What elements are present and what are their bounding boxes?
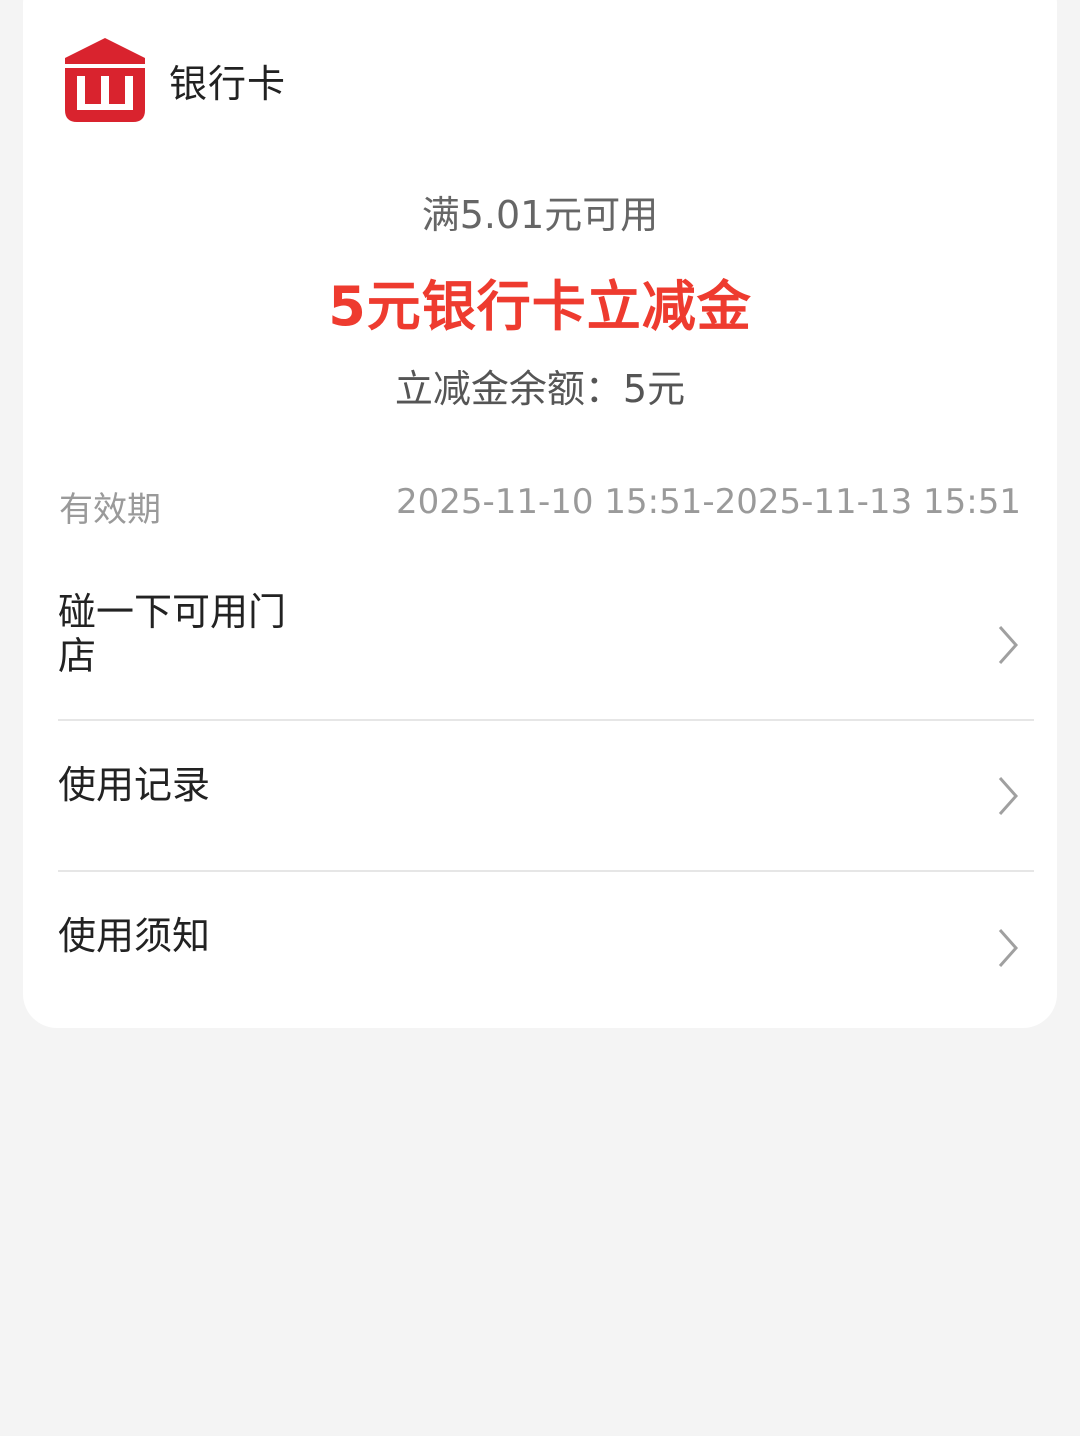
voucher-title: 5元银行卡立减金 bbox=[328, 275, 752, 338]
usage-threshold: 满5.01元可用 bbox=[421, 193, 659, 237]
validity-row: 有效期 2025-11-10 15:51-2025-11-13 15:51 bbox=[59, 482, 1021, 531]
card-header: 银行卡 bbox=[61, 34, 286, 126]
menu-item-nearby-stores[interactable]: 碰一下可用门店 bbox=[58, 570, 1034, 721]
menu-list: 碰一下可用门店 使用记录 使用须知 bbox=[58, 570, 1034, 1023]
menu-item-usage-notes[interactable]: 使用须知 bbox=[58, 872, 1034, 1023]
validity-label: 有效期 bbox=[59, 490, 161, 530]
card-type-title: 银行卡 bbox=[169, 61, 287, 106]
voucher-balance: 立减金余额：5元 bbox=[394, 367, 686, 411]
validity-value: 2025-11-10 15:51-2025-11-13 15:51 bbox=[395, 482, 1021, 522]
chevron-right-icon bbox=[998, 928, 1019, 967]
voucher-card: 银行卡 满5.01元可用 5元银行卡立减金 立减金余额：5元 有效期 2025-… bbox=[23, 0, 1057, 1028]
chevron-right-icon bbox=[998, 776, 1019, 815]
menu-item-label: 使用须知 bbox=[58, 914, 211, 958]
menu-item-usage-records[interactable]: 使用记录 bbox=[58, 721, 1034, 872]
menu-item-label: 使用记录 bbox=[58, 763, 211, 807]
bank-building-icon bbox=[65, 38, 145, 122]
menu-item-label: 碰一下可用门店 bbox=[58, 590, 287, 678]
chevron-right-icon bbox=[998, 625, 1019, 664]
